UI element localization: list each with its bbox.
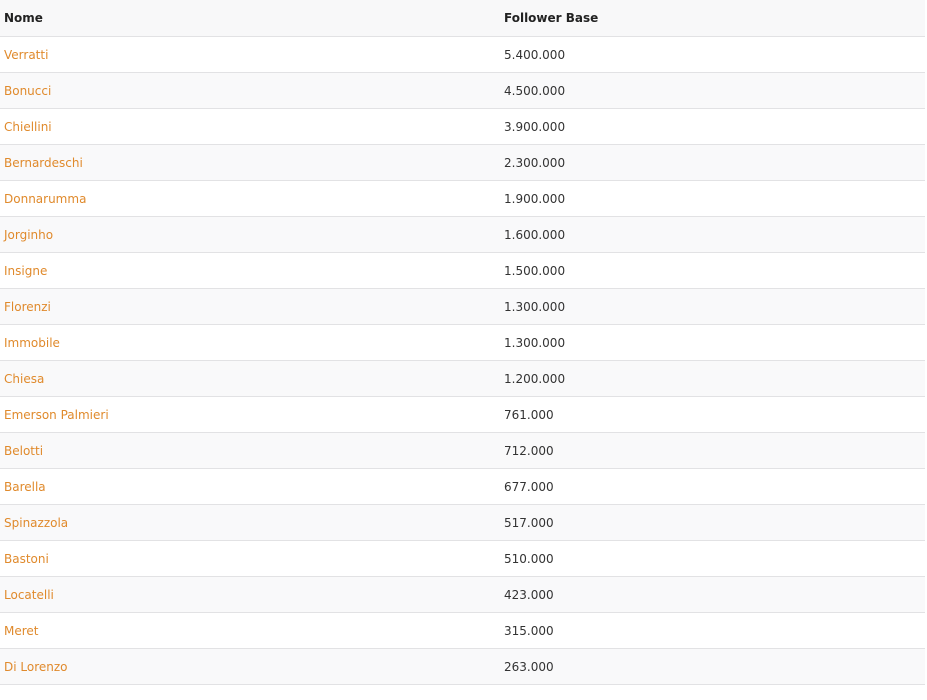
player-name-link[interactable]: Florenzi [4,300,51,314]
player-name-link[interactable]: Insigne [4,264,47,278]
name-cell: Spinazzola [4,505,68,540]
player-name-link[interactable]: Immobile [4,336,60,350]
table-row: Jorginho 1.600.000 [0,217,925,253]
name-cell: Immobile [4,325,60,360]
table-row: Spinazzola 517.000 [0,505,925,541]
follower-count: 677.000 [504,479,554,494]
table-row: Chiesa 1.200.000 [0,361,925,397]
follower-count: 1.500.000 [504,263,566,278]
follower-count: 315.000 [504,623,554,638]
name-cell: Meret [4,613,39,648]
name-cell: Donnarumma [4,181,86,216]
table-row: Locatelli 423.000 [0,577,925,613]
player-name-link[interactable]: Verratti [4,48,48,62]
name-cell: Di Lorenzo [4,649,68,684]
follower-count: 1.200.000 [504,371,566,386]
follower-table: Nome Follower Base Verratti 5.400.000 Bonu… [0,0,925,685]
player-name-link[interactable]: Spinazzola [4,516,68,530]
name-cell: Barella [4,469,46,504]
table-row: Emerson Palmieri 761.000 [0,397,925,433]
name-cell: Verratti [4,37,48,72]
follower-count: 1.300.000 [504,299,566,314]
follower-count: 263.000 [504,659,554,674]
table-header-row: Nome Follower Base [0,0,925,37]
name-cell: Emerson Palmieri [4,397,109,432]
table-row: Florenzi 1.300.000 [0,289,925,325]
name-cell: Chiellini [4,109,52,144]
follower-count: 1.300.000 [504,335,566,350]
table-row: Immobile 1.300.000 [0,325,925,361]
table-row: Barella 677.000 [0,469,925,505]
player-name-link[interactable]: Belotti [4,444,43,458]
player-name-link[interactable]: Di Lorenzo [4,660,68,674]
follower-count: 510.000 [504,551,554,566]
name-cell: Bernardeschi [4,145,83,180]
follower-count: 4.500.000 [504,83,566,98]
name-cell: Chiesa [4,361,44,396]
table-row: Bernardeschi 2.300.000 [0,145,925,181]
follower-count: 423.000 [504,587,554,602]
name-cell: Jorginho [4,217,53,252]
name-cell: Bonucci [4,73,51,108]
follower-count: 712.000 [504,443,554,458]
column-header-name[interactable]: Nome [4,0,43,36]
follower-count: 517.000 [504,515,554,530]
table-body: Verratti 5.400.000 Bonucci 4.500.000 Chielli… [0,37,925,685]
player-name-link[interactable]: Chiellini [4,120,52,134]
table-row: Verratti 5.400.000 [0,37,925,73]
player-name-link[interactable]: Donnarumma [4,192,86,206]
name-cell: Florenzi [4,289,51,324]
table-row: Chiellini 3.900.000 [0,109,925,145]
column-header-followers[interactable]: Follower Base [504,0,598,36]
player-name-link[interactable]: Bastoni [4,552,49,566]
name-cell: Bastoni [4,541,49,576]
table-row: Donnarumma 1.900.000 [0,181,925,217]
player-name-link[interactable]: Bernardeschi [4,156,83,170]
follower-count: 1.900.000 [504,191,566,206]
follower-count: 5.400.000 [504,47,566,62]
follower-count: 3.900.000 [504,119,566,134]
player-name-link[interactable]: Chiesa [4,372,44,386]
name-cell: Belotti [4,433,43,468]
player-name-link[interactable]: Emerson Palmieri [4,408,109,422]
table-row: Belotti 712.000 [0,433,925,469]
table-row: Di Lorenzo 263.000 [0,649,925,685]
player-name-link[interactable]: Bonucci [4,84,51,98]
player-name-link[interactable]: Barella [4,480,46,494]
player-name-link[interactable]: Meret [4,624,39,638]
player-name-link[interactable]: Jorginho [4,228,53,242]
follower-count: 761.000 [504,407,554,422]
name-cell: Insigne [4,253,47,288]
follower-count: 2.300.000 [504,155,566,170]
follower-count: 1.600.000 [504,227,566,242]
name-cell: Locatelli [4,577,54,612]
table-row: Bonucci 4.500.000 [0,73,925,109]
table-row: Bastoni 510.000 [0,541,925,577]
table-row: Meret 315.000 [0,613,925,649]
table-row: Insigne 1.500.000 [0,253,925,289]
player-name-link[interactable]: Locatelli [4,588,54,602]
